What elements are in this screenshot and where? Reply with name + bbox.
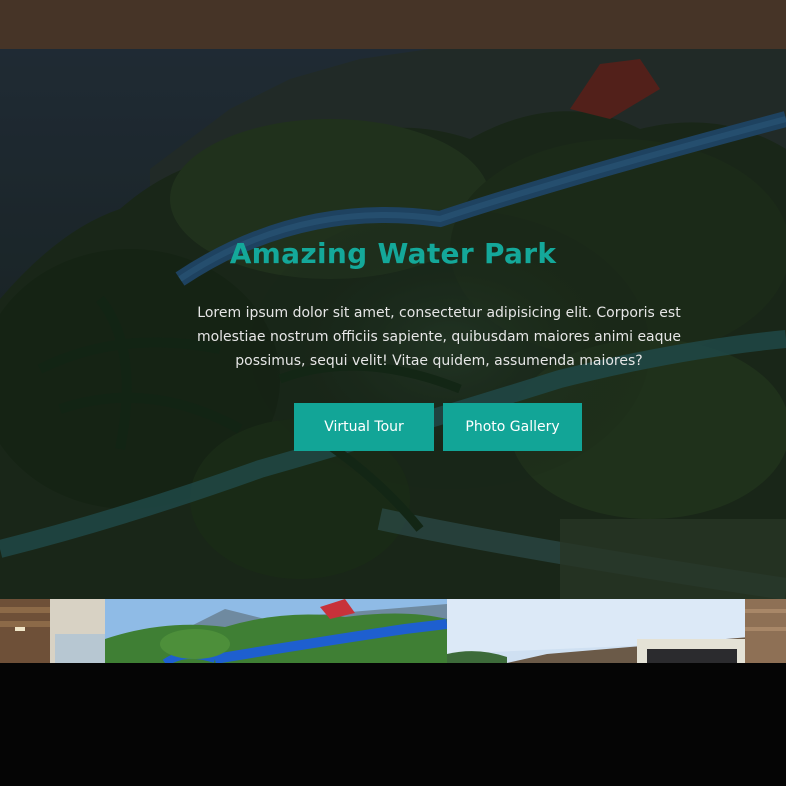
gallery-thumbnail-waterslide[interactable] xyxy=(105,599,447,663)
gallery-thumbnail-interior[interactable] xyxy=(0,599,105,663)
gallery-thumbnail-strip xyxy=(0,599,786,663)
gallery-thumbnail-building[interactable] xyxy=(447,599,786,663)
virtual-tour-button[interactable]: Virtual Tour xyxy=(294,403,434,451)
hero-section: Amazing Water Park Lorem ipsum dolor sit… xyxy=(0,49,786,599)
hero-title: Amazing Water Park xyxy=(229,237,557,270)
photo-gallery-button[interactable]: Photo Gallery xyxy=(443,403,582,451)
top-navigation-bar xyxy=(0,0,786,49)
hero-description: Lorem ipsum dolor sit amet, consectetur … xyxy=(196,305,682,369)
page-bottom-area xyxy=(0,663,786,786)
